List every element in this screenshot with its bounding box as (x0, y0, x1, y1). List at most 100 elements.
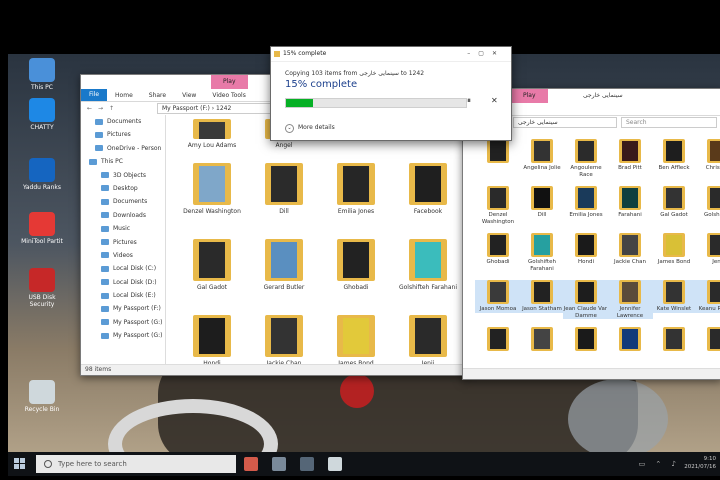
taskbar-search-input[interactable]: Type here to search (36, 455, 236, 473)
desktop-icon[interactable]: USB Disk Security (20, 268, 64, 308)
folder-tile[interactable]: Golshifteh (695, 186, 720, 219)
desktop-icon[interactable]: MiniTool Partit (20, 212, 64, 245)
taskbar-app-icon[interactable] (272, 457, 286, 471)
ribbon-tab[interactable]: Video Tools (204, 92, 254, 99)
folder-tile[interactable]: Denzel Washington (475, 186, 521, 225)
folder-tile[interactable] (651, 327, 697, 353)
dialog-title-bar[interactable]: 15% complete –▢✕ (271, 47, 511, 62)
folder-tile[interactable]: Angouleme Race (563, 139, 609, 178)
folder-tile[interactable]: Farahani (607, 186, 653, 219)
folder-tile[interactable]: Amy Lou Adams (180, 119, 244, 149)
more-details-toggle[interactable]: ⌄ More details (285, 124, 335, 133)
folder-tile[interactable]: Gerard Butler (252, 239, 316, 291)
folder-tile[interactable]: Kate Winslet (651, 280, 697, 313)
address-bar[interactable]: سینمایی خارجی (513, 117, 617, 128)
ribbon-tab[interactable]: View (174, 92, 204, 99)
nav-item-label: Local Disk (E:) (113, 292, 156, 300)
navigation-pane[interactable]: Documents Pictures OneDrive - Person This P… (81, 115, 166, 365)
folder-tile[interactable]: Hondi (563, 233, 609, 266)
search-input[interactable]: Search (621, 117, 717, 128)
folder-tile[interactable]: Gal Gadot (180, 239, 244, 291)
nav-item[interactable]: 3D Objects (81, 169, 165, 182)
folder-icon (663, 327, 685, 351)
folder-icon (619, 139, 641, 163)
cancel-button[interactable]: ✕ (491, 96, 498, 105)
folder-tile[interactable]: Denzel Washington (180, 163, 244, 215)
nav-item[interactable]: My Passport (G:) (81, 316, 165, 329)
taskbar-app-icon[interactable] (328, 457, 342, 471)
clock[interactable]: 9:10 2021/07/16 (684, 455, 716, 471)
folder-tile[interactable]: Golshifteh Farahani (519, 233, 565, 272)
folder-tile[interactable] (607, 327, 653, 353)
folder-tile[interactable]: James Bond (324, 315, 388, 365)
nav-item[interactable]: Local Disk (C:) (81, 262, 165, 275)
folder-tile[interactable]: Jackie Chan (607, 233, 653, 266)
taskbar-app-icon[interactable] (300, 457, 314, 471)
folder-tile[interactable]: Jackie Chan (252, 315, 316, 365)
folder-tile[interactable]: Dill (252, 163, 316, 215)
nav-arrows-icon[interactable]: ←→↑ (81, 105, 157, 112)
folder-tile[interactable]: Facebook (396, 163, 460, 215)
file-list[interactable]: Amy Lou Adams Angel Denzel Washington Dill E… (166, 115, 467, 365)
folder-tile[interactable] (695, 327, 720, 353)
nav-item[interactable]: This PC (81, 155, 165, 168)
desktop-icon[interactable]: This PC (20, 58, 64, 91)
folder-tile[interactable]: Ghobadi (324, 239, 388, 291)
context-tab-play[interactable]: Play (211, 75, 248, 89)
desktop-icon[interactable]: Recycle Bin (20, 380, 64, 413)
folder-tile[interactable]: Jenji (396, 315, 460, 365)
nav-item-label: My Passport (G:) (113, 332, 163, 340)
folder-tile[interactable]: Gal Gadot (651, 186, 697, 219)
nav-item[interactable]: My Passport (F:) (81, 302, 165, 315)
folder-tile[interactable]: Emilia Jones (563, 186, 609, 219)
nav-item[interactable]: Documents (81, 115, 165, 128)
nav-item[interactable]: Music (81, 222, 165, 235)
folder-tile[interactable]: Angelina Jolie (519, 139, 565, 172)
folder-tile[interactable]: Jennifer Lawrence (607, 280, 653, 319)
folder-tile[interactable]: Jason Statham (519, 280, 565, 313)
ribbon-tab[interactable]: Share (141, 92, 174, 99)
folder-tile[interactable]: Dill (519, 186, 565, 219)
nav-item[interactable]: Downloads (81, 209, 165, 222)
folder-tile[interactable] (475, 327, 521, 353)
folder-tile[interactable]: Emilia Jones (324, 163, 388, 215)
folder-tile[interactable]: Jason Momoa (475, 280, 521, 313)
nav-item[interactable]: Desktop (81, 182, 165, 195)
nav-item[interactable]: OneDrive - Person (81, 142, 165, 155)
copy-progress-dialog[interactable]: 15% complete –▢✕ Copying 103 items from … (270, 46, 512, 141)
folder-tile[interactable] (475, 139, 521, 165)
pause-button[interactable]: ⏸ (467, 96, 471, 106)
file-list[interactable]: Angelina Jolie Angouleme Race Brad Pitt Ben… (463, 129, 720, 369)
folder-icon (101, 305, 109, 312)
folder-tile[interactable] (563, 327, 609, 353)
ribbon-tab[interactable]: Home (107, 92, 141, 99)
desktop-icon[interactable]: CHATTY (20, 98, 64, 131)
nav-item[interactable]: Documents (81, 195, 165, 208)
nav-item[interactable]: Local Disk (E:) (81, 289, 165, 302)
folder-tile[interactable]: Keanu Reeves (695, 280, 720, 313)
ribbon-tab[interactable]: File (81, 89, 108, 101)
dialog-window-controls[interactable]: –▢✕ (467, 47, 505, 61)
folder-tile[interactable]: Jean Claude Van Damme (563, 280, 609, 319)
folder-tile[interactable]: James Bond (651, 233, 697, 266)
nav-item[interactable]: My Passport (G:) (81, 329, 165, 342)
folder-tile[interactable]: Hondi (180, 315, 244, 365)
taskbar-app-icon[interactable] (244, 457, 258, 471)
context-tab-play[interactable]: Play (511, 89, 548, 103)
tray-icons[interactable]: ▭ ⌃ ♪ (639, 460, 680, 468)
folder-tile[interactable]: Golshifteh Farahani (396, 239, 460, 291)
folder-tile[interactable] (519, 327, 565, 353)
nav-item[interactable]: Videos (81, 249, 165, 262)
folder-tile[interactable]: Ben Affleck (651, 139, 697, 172)
nav-item-label: Downloads (113, 211, 146, 219)
start-button[interactable] (14, 458, 26, 470)
folder-tile[interactable]: Brad Pitt (607, 139, 653, 172)
poster-thumbnail (710, 235, 720, 255)
folder-tile[interactable]: Christian (695, 139, 720, 172)
folder-tile[interactable]: Jenji (695, 233, 720, 266)
folder-tile[interactable]: Ghobadi (475, 233, 521, 266)
desktop-icon[interactable]: Yaddu Ranks (20, 158, 64, 191)
nav-item[interactable]: Local Disk (D:) (81, 276, 165, 289)
nav-item[interactable]: Pictures (81, 128, 165, 141)
nav-item[interactable]: Pictures (81, 236, 165, 249)
